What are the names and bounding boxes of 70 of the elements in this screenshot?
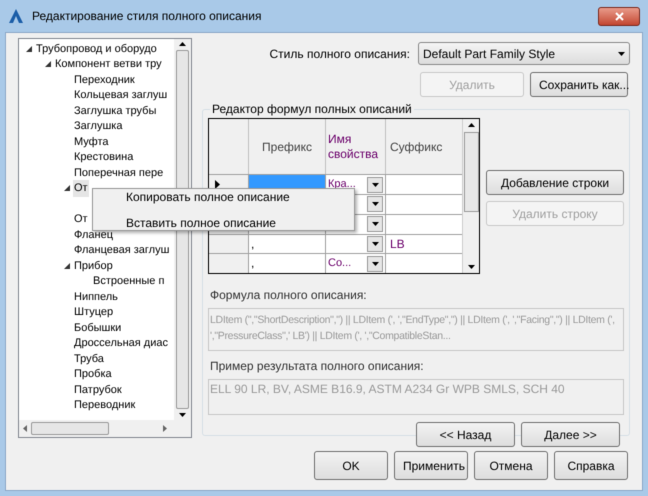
- tree-item[interactable]: Заглушка: [73, 118, 124, 134]
- dropdown-arrow-icon[interactable]: [372, 242, 378, 246]
- tree-item[interactable]: Пробка: [73, 366, 113, 382]
- expanded-triangle-icon[interactable]: [45, 61, 51, 68]
- tree-item[interactable]: Труба: [73, 350, 105, 367]
- tree-item[interactable]: Заглушка трубы: [73, 102, 158, 119]
- menu-item[interactable]: Вставить полное описание: [126, 214, 354, 232]
- tree-item[interactable]: Муфта: [73, 134, 110, 150]
- group-title: Редактор формул полных описаний: [211, 101, 413, 118]
- cell-dropdown-button[interactable]: [367, 216, 383, 232]
- grid-scrollbar[interactable]: [462, 119, 479, 273]
- tree-item[interactable]: Поперечная пере: [73, 164, 164, 181]
- dropdown-arrow-icon[interactable]: [372, 222, 378, 226]
- prefix-cell[interactable]: ,: [249, 254, 326, 273]
- menu-item[interactable]: Копировать полное описание: [126, 188, 354, 206]
- tree-item[interactable]: От: [73, 180, 89, 196]
- scroll-right-icon[interactable]: [163, 425, 167, 432]
- app-logo-icon: [8, 8, 24, 24]
- tree-item[interactable]: Переводник: [73, 397, 136, 414]
- expanded-triangle-icon[interactable]: [64, 185, 70, 192]
- property-cell[interactable]: Со...: [328, 255, 366, 272]
- expanded-triangle-icon[interactable]: [64, 262, 70, 269]
- tree-item[interactable]: Ниппель: [73, 288, 119, 305]
- tree-item[interactable]: Компонент ветви тру: [54, 56, 163, 72]
- dropdown-arrow-icon[interactable]: [372, 262, 378, 266]
- help-button[interactable]: Справка: [554, 451, 628, 480]
- tree-item[interactable]: Бобышки: [73, 320, 122, 336]
- apply-button[interactable]: Применить: [394, 451, 468, 480]
- dropdown-arrow-icon[interactable]: [618, 52, 625, 56]
- back-button[interactable]: << Назад: [416, 422, 515, 447]
- dropdown-arrow-icon[interactable]: [372, 202, 378, 206]
- tree-item[interactable]: Кольцевая заглуш: [73, 87, 168, 104]
- window-title: Редактирование стиля полного описания: [32, 8, 262, 25]
- horizontal-scrollbar[interactable]: [19, 420, 191, 437]
- tree-item[interactable]: Прибор: [73, 258, 114, 274]
- cell-dropdown-button[interactable]: [367, 196, 383, 212]
- column-header[interactable]: Суффикс: [386, 119, 462, 174]
- tree-item[interactable]: От: [73, 211, 89, 228]
- tree-item[interactable]: Трубопровод и оборудо: [35, 40, 158, 57]
- save-as-button[interactable]: Сохранить как...: [530, 72, 628, 97]
- dropdown-arrow-icon[interactable]: [372, 182, 378, 187]
- expanded-triangle-icon[interactable]: [26, 46, 32, 52]
- style-dropdown[interactable]: Default Part Family Style: [418, 42, 630, 65]
- cell-dropdown-button[interactable]: [367, 256, 383, 272]
- tree-item[interactable]: Переходник: [73, 72, 136, 88]
- next-button[interactable]: Далее >>: [521, 422, 620, 447]
- style-label: Стиль полного описания:: [270, 46, 410, 62]
- example-label: Пример результата полного описания:: [210, 358, 425, 375]
- tree-item[interactable]: Встроенные п: [92, 273, 166, 290]
- scroll-down-icon[interactable]: [468, 265, 474, 269]
- cell-dropdown-button[interactable]: [367, 236, 383, 252]
- scroll-left-icon[interactable]: [23, 425, 27, 432]
- formula-label: Формула полного описания:: [210, 287, 368, 304]
- ok-button[interactable]: OK: [314, 451, 388, 480]
- suffix-cell[interactable]: LB: [386, 234, 462, 254]
- close-icon: [614, 12, 624, 20]
- cell-dropdown-button[interactable]: [367, 176, 383, 193]
- tree-item[interactable]: Фланцевая заглуш: [73, 242, 170, 258]
- tree-item[interactable]: Штуцер: [73, 304, 114, 320]
- tree-item[interactable]: Фланец: [73, 226, 114, 243]
- tree-item[interactable]: Дроссельная диас: [73, 335, 169, 352]
- tree-item[interactable]: Крестовина: [73, 149, 134, 166]
- add-row-button[interactable]: Добавление строки: [486, 170, 624, 195]
- tree-item[interactable]: Патрубок: [73, 382, 123, 398]
- scroll-up-icon[interactable]: [468, 123, 474, 127]
- close-button[interactable]: [598, 6, 640, 26]
- scroll-down-icon[interactable]: [179, 413, 186, 417]
- cancel-button[interactable]: Отмена: [474, 451, 548, 480]
- current-row-icon: [215, 180, 220, 190]
- scroll-up-icon[interactable]: [179, 42, 186, 46]
